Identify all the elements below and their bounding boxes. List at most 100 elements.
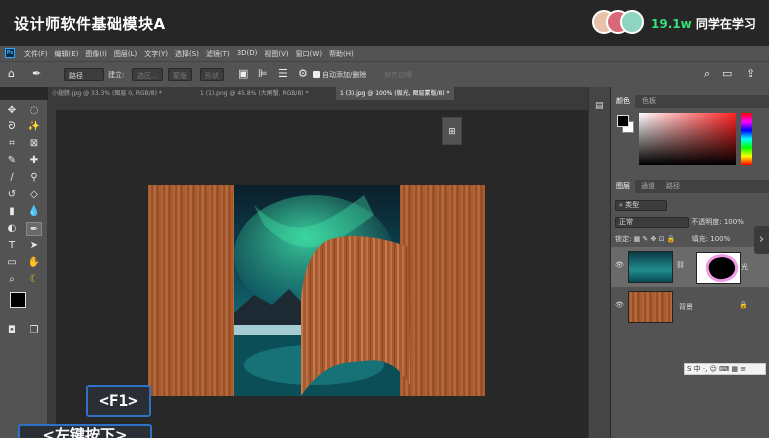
workspace-icon[interactable]: ▭ (722, 68, 732, 80)
layer-row-aurora[interactable]: 👁 ⛓ 极光 (611, 247, 769, 287)
menu-select[interactable]: 选择(S) (175, 49, 199, 59)
fill-value[interactable]: 100% (710, 235, 730, 243)
screen-mode-icon[interactable]: ❐ (26, 324, 42, 338)
path-arrangement-icon[interactable]: ☰ (278, 68, 288, 80)
visibility-eye-icon[interactable]: 👁 (615, 261, 624, 270)
path-alignment-icon[interactable]: ⊫ (258, 68, 268, 80)
layer-thumbnail (628, 251, 673, 283)
menu-window[interactable]: 窗口(W) (296, 49, 322, 59)
share-icon[interactable]: ⇪ (746, 68, 755, 80)
ruler-top (56, 100, 588, 110)
tab-layers[interactable]: 图层 (611, 180, 635, 193)
zoom-tool-icon[interactable]: ⌕ (4, 273, 20, 287)
healing-tool-icon[interactable]: ✚ (26, 154, 42, 168)
magic-wand-tool-icon[interactable]: ✨ (26, 120, 42, 134)
menu-3d[interactable]: 3D(D) (237, 49, 258, 59)
gradient-tool-icon[interactable]: ▮ (4, 205, 20, 219)
wood-masked-shape (301, 236, 410, 396)
tools-panel: ✥ ◌ ᘐ ✨ ⌗ ⊠ ✎ ✚ ∕ ⚲ ↺ ◇ ▮ 💧 ◐ ✒ T ➤ ▭ ✋ … (0, 100, 48, 438)
app-root: 设计师软件基础模块A 19.1w 同学在学习 Ps 文件(F) 编辑(E) 图像… (0, 0, 769, 438)
lock-icons[interactable]: ▦ ✎ ✥ ⊡ 🔒 (634, 235, 676, 243)
tab-swatches[interactable]: 色板 (637, 95, 661, 108)
align-edges-checkbox[interactable]: 对齐边缘 (384, 70, 412, 80)
banana-icon[interactable]: ☾ (26, 273, 42, 287)
opacity-label: 不透明度: (691, 218, 722, 226)
learner-avatars (592, 10, 644, 36)
doc-tab[interactable]: 1 (1).png @ 45.8% (大闸蟹, RGB/8) * (196, 87, 313, 100)
search-icon[interactable]: ⌕ (704, 68, 710, 80)
doc-tab-active[interactable]: 1 (3).jpg @ 100% (极光, 图层蒙版/8) * (336, 87, 454, 100)
tab-channels[interactable]: 通道 (636, 180, 660, 193)
floating-properties-icon[interactable]: ⊞ (442, 117, 462, 145)
link-icon[interactable]: ⛓ (676, 261, 685, 269)
learner-text: 同学在学习 (695, 17, 756, 31)
frame-tool-icon[interactable]: ⊠ (26, 137, 42, 151)
eyedropper-tool-icon[interactable]: ✎ (4, 154, 20, 168)
menu-filter[interactable]: 滤镜(T) (206, 49, 230, 59)
foreground-color-swatch[interactable] (10, 292, 26, 308)
selection-button[interactable]: 选区... (132, 68, 163, 81)
mode-select[interactable]: 路径 (64, 68, 104, 81)
lock-icon[interactable]: 🔒 (739, 301, 748, 309)
layer-mask-thumbnail[interactable] (696, 252, 741, 284)
crop-tool-icon[interactable]: ⌗ (4, 137, 20, 151)
photoshop-logo: Ps (5, 48, 15, 58)
menu-help[interactable]: 帮助(H) (329, 49, 354, 59)
type-tool-icon[interactable]: T (4, 239, 20, 253)
layers-panel-tabs: 图层 通道 路径 (611, 180, 769, 193)
collapsed-panels: ▤ (588, 87, 610, 438)
layer-thumbnail (628, 291, 673, 323)
lock-row: 锁定: ▦ ✎ ✥ ⊡ 🔒 填充: 100% (615, 234, 730, 246)
path-selection-tool-icon[interactable]: ➤ (26, 239, 42, 253)
make-label: 建立: (108, 71, 125, 79)
ime-toolbar[interactable]: S 中 ·, ☺ ⌨ ▦ ≡ (684, 363, 766, 375)
doc-tab[interactable]: 小翅膀.jpg @ 33.3% (图层 0, RGB/8) * (48, 87, 166, 100)
move-tool-icon[interactable]: ✥ (4, 104, 20, 118)
kind-filter-select[interactable]: ⌕ 类型 (615, 200, 667, 211)
rectangle-tool-icon[interactable]: ▭ (4, 256, 20, 270)
color-picker-field[interactable] (639, 113, 736, 165)
hand-tool-icon[interactable]: ✋ (26, 256, 42, 270)
layer-name[interactable]: 背景 (679, 302, 693, 312)
kind-filter-value: 类型 (625, 201, 640, 209)
learner-count: 19.1w (651, 17, 692, 31)
eraser-tool-icon[interactable]: ◇ (26, 188, 42, 202)
lasso-tool-icon[interactable]: ᘐ (4, 120, 20, 134)
tab-paths[interactable]: 路径 (661, 180, 685, 193)
quick-mask-icon[interactable]: ◘ (4, 324, 20, 338)
menu-file[interactable]: 文件(F) (24, 49, 48, 59)
history-icon[interactable]: ▤ (595, 101, 604, 111)
mask-button[interactable]: 蒙版 (168, 68, 192, 81)
path-operations-icon[interactable]: ▣ (238, 68, 248, 80)
menu-image[interactable]: 图像(I) (85, 49, 107, 59)
hue-slider[interactable] (741, 113, 752, 165)
pen-tool-icon[interactable]: ✒ (32, 68, 41, 80)
gear-icon[interactable]: ⚙ (298, 68, 308, 80)
menu-edit[interactable]: 编辑(E) (55, 49, 79, 59)
opacity-value[interactable]: 100% (724, 218, 744, 226)
dodge-tool-icon[interactable]: ◐ (4, 222, 20, 236)
home-icon[interactable]: ⌂ (8, 68, 15, 80)
marquee-tool-icon[interactable]: ◌ (26, 104, 42, 118)
pen-tool-icon[interactable]: ✒ (26, 222, 42, 236)
auto-add-delete-checkbox[interactable]: 自动添加/删除 (313, 70, 366, 80)
panel-foreground-swatch[interactable] (617, 115, 629, 127)
brush-tool-icon[interactable]: ∕ (4, 171, 20, 185)
menu-layer[interactable]: 图层(L) (114, 49, 137, 59)
stamp-tool-icon[interactable]: ⚲ (26, 171, 42, 185)
avatar (620, 10, 644, 34)
chevron-right-icon[interactable]: › (754, 226, 769, 254)
tab-color[interactable]: 颜色 (611, 95, 635, 108)
course-title: 设计师软件基础模块A (14, 15, 166, 33)
key-hint-left-click: <左键按下> (18, 424, 152, 438)
mask-shape (706, 254, 738, 282)
menu-type[interactable]: 文字(Y) (144, 49, 168, 59)
blur-tool-icon[interactable]: 💧 (26, 205, 42, 219)
history-brush-icon[interactable]: ↺ (4, 188, 20, 202)
blend-mode-select[interactable]: 正常 (615, 217, 689, 228)
visibility-eye-icon[interactable]: 👁 (615, 301, 624, 310)
shape-button[interactable]: 形状 (200, 68, 224, 81)
menu-view[interactable]: 视图(V) (264, 49, 288, 59)
layer-row-background[interactable]: 👁 背景 🔒 (611, 287, 769, 327)
checkbox-icon (313, 71, 320, 78)
